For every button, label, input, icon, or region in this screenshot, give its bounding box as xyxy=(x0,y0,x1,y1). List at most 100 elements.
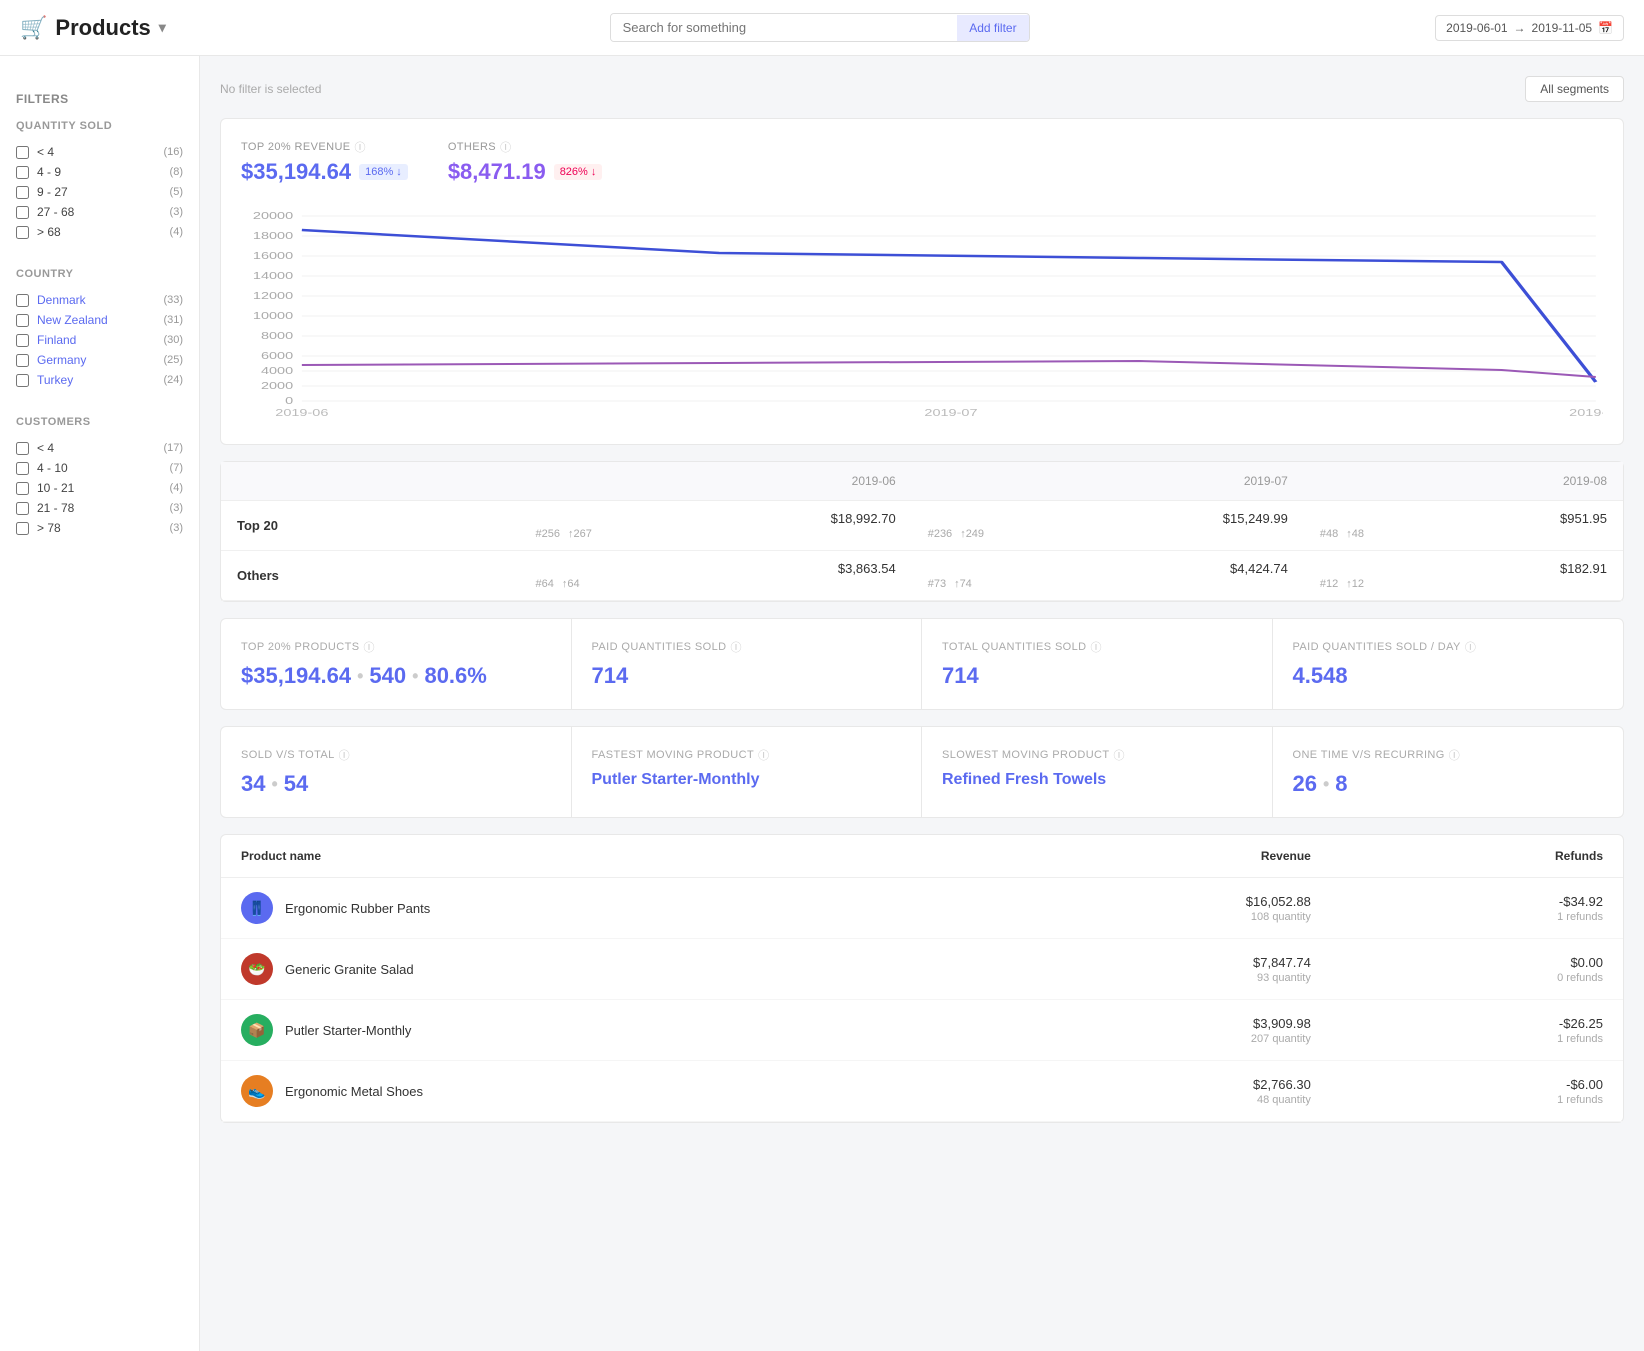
filter-qty-gt68-count: (4) xyxy=(170,226,183,238)
svg-text:20000: 20000 xyxy=(253,210,293,221)
filter-qty-9-27-checkbox[interactable] xyxy=(16,186,29,199)
search-input[interactable] xyxy=(611,14,958,41)
filter-cust-gt78-checkbox[interactable] xyxy=(16,522,29,535)
top20-value: $35,194.64 168% ↓ xyxy=(241,159,408,185)
date-range[interactable]: 2019-06-01 → 2019-11-05 📅 xyxy=(1435,15,1624,41)
product-refund-cell: -$26.25 1 refunds xyxy=(1331,1000,1623,1061)
others-metric: OTHERS ⓘ $8,471.19 826% ↓ xyxy=(448,139,603,185)
filter-country-newzealand-label: New Zealand xyxy=(37,313,155,327)
filter-cust-4-10-label: 4 - 10 xyxy=(37,461,162,475)
filter-country-germany[interactable]: Germany (25) xyxy=(16,350,183,370)
product-revenue-cell: $3,909.98 207 quantity xyxy=(982,1000,1331,1061)
search-bar: Add filter xyxy=(610,13,1030,42)
filter-section-customers-title: Customers xyxy=(16,416,183,428)
sidebar: FILTERS Quantity Sold < 4 (16) 4 - 9 (8)… xyxy=(0,56,200,1351)
col-header-aug: 2019-08 xyxy=(1304,462,1623,501)
chevron-down-icon[interactable]: ▾ xyxy=(159,19,166,36)
filter-cust-21-78[interactable]: 21 - 78 (3) xyxy=(16,498,183,518)
filter-cust-4-10[interactable]: 4 - 10 (7) xyxy=(16,458,183,478)
filter-qty-lt4[interactable]: < 4 (16) xyxy=(16,142,183,162)
filter-qty-27-68-count: (3) xyxy=(170,206,183,218)
top20-label: TOP 20% REVENUE ⓘ xyxy=(241,139,408,155)
filter-country-denmark[interactable]: Denmark (33) xyxy=(16,290,183,310)
header: 🛒 Products ▾ Add filter 2019-06-01 → 201… xyxy=(0,0,1644,56)
stat-top20-products: TOP 20% PRODUCTS ⓘ $35,194.64 • 540 • 80… xyxy=(221,619,572,709)
others-jul: $4,424.74 #73↑74 xyxy=(912,551,1304,601)
filter-qty-9-27[interactable]: 9 - 27 (5) xyxy=(16,182,183,202)
period-table-card: 2019-06 2019-07 2019-08 Top 20 $18,992.7… xyxy=(220,461,1624,602)
filter-cust-lt4-checkbox[interactable] xyxy=(16,442,29,455)
filter-section-country-title: Country xyxy=(16,268,183,280)
product-col-refunds: Refunds xyxy=(1331,835,1623,878)
product-name-cell: 👖 Ergonomic Rubber Pants xyxy=(221,878,982,939)
filter-qty-lt4-count: (16) xyxy=(163,146,183,158)
product-revenue-cell: $16,052.88 108 quantity xyxy=(982,878,1331,939)
filter-country-denmark-checkbox[interactable] xyxy=(16,294,29,307)
others-row-label: Others xyxy=(221,551,520,601)
stat-fastest-product: FASTEST MOVING PRODUCT ⓘ Putler Starter-… xyxy=(572,727,923,817)
filter-country-finland-checkbox[interactable] xyxy=(16,334,29,347)
product-row: 📦 Putler Starter-Monthly $3,909.98 207 q… xyxy=(221,1000,1623,1061)
filter-cust-4-10-checkbox[interactable] xyxy=(16,462,29,475)
product-name-text: Generic Granite Salad xyxy=(285,962,414,977)
filter-qty-4-9-checkbox[interactable] xyxy=(16,166,29,179)
svg-text:16000: 16000 xyxy=(253,250,293,261)
filter-cust-lt4[interactable]: < 4 (17) xyxy=(16,438,183,458)
filter-qty-lt4-label: < 4 xyxy=(37,145,155,159)
filter-qty-gt68[interactable]: > 68 (4) xyxy=(16,222,183,242)
filters-heading: FILTERS xyxy=(0,76,199,110)
top20-aug: $951.95 #48↑48 xyxy=(1304,501,1623,551)
stat-soldvs-info-icon[interactable]: ⓘ xyxy=(339,747,350,763)
others-label: OTHERS ⓘ xyxy=(448,139,603,155)
filter-country-finland[interactable]: Finland (30) xyxy=(16,330,183,350)
filter-qty-27-68[interactable]: 27 - 68 (3) xyxy=(16,202,183,222)
stat-totalqty-info-icon[interactable]: ⓘ xyxy=(1091,639,1102,655)
add-filter-button[interactable]: Add filter xyxy=(957,15,1028,41)
filter-country-newzealand-checkbox[interactable] xyxy=(16,314,29,327)
product-name-cell: 🥗 Generic Granite Salad xyxy=(221,939,982,1000)
filter-cust-gt78[interactable]: > 78 (3) xyxy=(16,518,183,538)
date-from: 2019-06-01 xyxy=(1446,21,1507,35)
product-avatar: 📦 xyxy=(241,1014,273,1046)
others-info-icon[interactable]: ⓘ xyxy=(500,139,511,155)
line-chart: 20000 18000 16000 14000 12000 10000 8000… xyxy=(241,201,1603,424)
product-table: Product name Revenue Refunds 👖 Ergonomic… xyxy=(221,835,1623,1122)
filter-qty-gt68-label: > 68 xyxy=(37,225,162,239)
filter-country-newzealand[interactable]: New Zealand (31) xyxy=(16,310,183,330)
filter-qty-9-27-count: (5) xyxy=(170,186,183,198)
product-refund-cell: -$34.92 1 refunds xyxy=(1331,878,1623,939)
all-segments-button[interactable]: All segments xyxy=(1525,76,1624,102)
stat-paidqty-info-icon[interactable]: ⓘ xyxy=(730,639,741,655)
stat-total-qty: TOTAL QUANTITIES SOLD ⓘ 714 xyxy=(922,619,1273,709)
filter-country-newzealand-count: (31) xyxy=(163,314,183,326)
filter-country-turkey[interactable]: Turkey (24) xyxy=(16,370,183,390)
top20-info-icon[interactable]: ⓘ xyxy=(355,139,366,155)
chart-svg: 20000 18000 16000 14000 12000 10000 8000… xyxy=(241,201,1603,421)
col-header-label xyxy=(221,462,520,501)
col-header-jul: 2019-07 xyxy=(912,462,1304,501)
filter-country-germany-checkbox[interactable] xyxy=(16,354,29,367)
svg-text:10000: 10000 xyxy=(253,310,293,321)
filter-cust-10-21-checkbox[interactable] xyxy=(16,482,29,495)
product-refund-cell: $0.00 0 refunds xyxy=(1331,939,1623,1000)
filter-qty-9-27-label: 9 - 27 xyxy=(37,185,162,199)
stat-top20-info-icon[interactable]: ⓘ xyxy=(363,639,374,655)
filter-country-turkey-checkbox[interactable] xyxy=(16,374,29,387)
filter-country-denmark-count: (33) xyxy=(163,294,183,306)
stat-paidday-info-icon[interactable]: ⓘ xyxy=(1465,639,1476,655)
filter-cust-21-78-checkbox[interactable] xyxy=(16,502,29,515)
stat-slowest-info-icon[interactable]: ⓘ xyxy=(1114,747,1125,763)
title-text: Products xyxy=(55,15,150,41)
filter-qty-4-9[interactable]: 4 - 9 (8) xyxy=(16,162,183,182)
product-avatar: 👟 xyxy=(241,1075,273,1107)
filter-qty-27-68-checkbox[interactable] xyxy=(16,206,29,219)
filter-qty-gt68-checkbox[interactable] xyxy=(16,226,29,239)
filter-cust-10-21-label: 10 - 21 xyxy=(37,481,162,495)
product-revenue-cell: $2,766.30 48 quantity xyxy=(982,1061,1331,1122)
stat-onetime-info-icon[interactable]: ⓘ xyxy=(1449,747,1460,763)
filter-cust-10-21[interactable]: 10 - 21 (4) xyxy=(16,478,183,498)
filter-qty-lt4-checkbox[interactable] xyxy=(16,146,29,159)
stat-fastest-info-icon[interactable]: ⓘ xyxy=(758,747,769,763)
product-name-text: Ergonomic Rubber Pants xyxy=(285,901,430,916)
top20-jul: $15,249.99 #236↑249 xyxy=(912,501,1304,551)
